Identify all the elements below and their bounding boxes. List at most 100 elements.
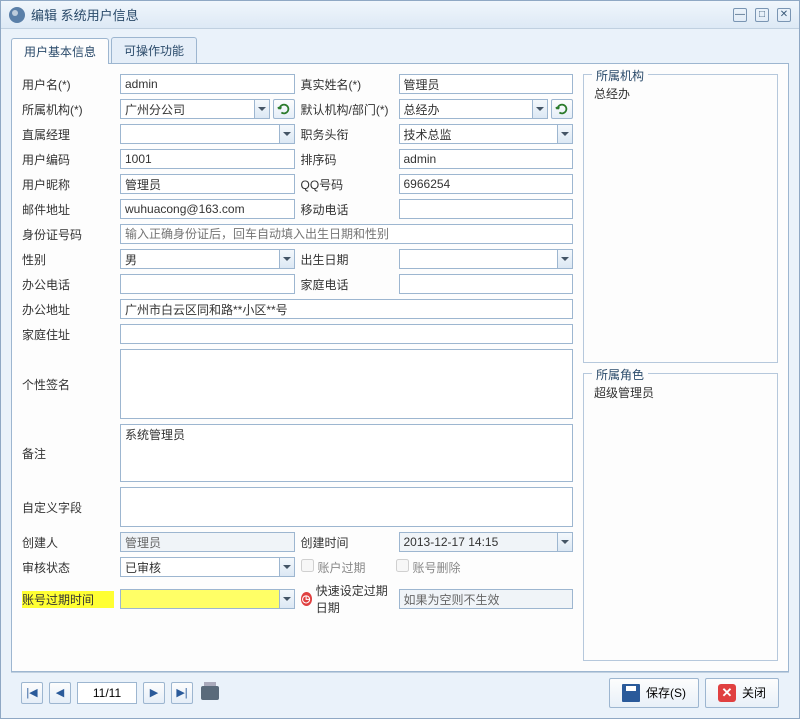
signature-textarea[interactable] — [120, 349, 573, 419]
label-create-time: 创建时间 — [301, 534, 393, 551]
print-button[interactable] — [199, 682, 221, 704]
titlebar: 编辑 系统用户信息 — □ ✕ — [1, 1, 799, 29]
label-gender: 性别 — [22, 251, 114, 268]
label-qq: QQ号码 — [301, 176, 393, 193]
idcard-input[interactable] — [120, 224, 573, 244]
close-button[interactable]: ✕ — [777, 8, 791, 22]
nav-first-button[interactable]: |◀ — [21, 682, 43, 704]
close-icon: ✕ — [718, 684, 736, 702]
maximize-button[interactable]: □ — [755, 8, 769, 22]
label-custom-field: 自定义字段 — [22, 499, 114, 516]
printer-icon — [201, 686, 219, 700]
role-list[interactable]: 超级管理员 — [590, 382, 771, 655]
nickname-input[interactable] — [120, 174, 295, 194]
nav-last-button[interactable]: ▶| — [171, 682, 193, 704]
org-group-title: 所属机构 — [592, 67, 648, 84]
chevron-down-icon — [279, 125, 294, 143]
chevron-down-icon — [279, 558, 294, 576]
username-input[interactable] — [120, 74, 295, 94]
close-button-footer[interactable]: ✕ 关闭 — [705, 678, 779, 708]
user-code-input[interactable] — [120, 149, 295, 169]
role-group-title: 所属角色 — [592, 366, 648, 383]
email-input[interactable] — [120, 199, 295, 219]
label-audit-status: 审核状态 — [22, 559, 114, 576]
tabs: 用户基本信息 可操作功能 — [11, 37, 789, 63]
label-idcard: 身份证号码 — [22, 226, 114, 243]
qq-input[interactable] — [399, 174, 574, 194]
chevron-down-icon — [557, 533, 572, 551]
org-refresh-button[interactable] — [273, 99, 295, 119]
expire-hint — [399, 589, 574, 609]
gender-select[interactable]: 男 — [120, 249, 295, 269]
label-office-addr: 办公地址 — [22, 301, 114, 318]
list-item[interactable]: 超级管理员 — [590, 382, 771, 403]
label-creator: 创建人 — [22, 534, 114, 551]
label-office-phone: 办公电话 — [22, 276, 114, 293]
save-button[interactable]: 保存(S) — [609, 678, 699, 708]
window: 编辑 系统用户信息 — □ ✕ 用户基本信息 可操作功能 用户名(*) 真实姓名… — [0, 0, 800, 719]
label-home-addr: 家庭住址 — [22, 326, 114, 343]
label-signature: 个性签名 — [22, 376, 114, 393]
remark-textarea[interactable]: 系统管理员 — [120, 424, 573, 482]
clock-icon: ◷ — [301, 592, 312, 606]
office-phone-input[interactable] — [120, 274, 295, 294]
label-direct-manager: 直属经理 — [22, 126, 114, 143]
list-item[interactable]: 总经办 — [590, 83, 771, 104]
role-group: 所属角色 超级管理员 — [583, 373, 778, 662]
chevron-down-icon — [279, 250, 294, 268]
window-title: 编辑 系统用户信息 — [31, 5, 733, 24]
label-job-title: 职务头衔 — [301, 126, 393, 143]
nav-next-button[interactable]: ▶ — [143, 682, 165, 704]
refresh-icon — [555, 102, 569, 116]
birth-date-picker[interactable] — [399, 249, 574, 269]
client-area: 用户基本信息 可操作功能 用户名(*) 真实姓名(*) 所属机构(*) 广州分公… — [1, 29, 799, 718]
label-org: 所属机构(*) — [22, 101, 114, 118]
create-time-display: 2013-12-17 14:15 — [399, 532, 574, 552]
minimize-button[interactable]: — — [733, 8, 747, 22]
chevron-down-icon — [279, 590, 294, 608]
tab-operable-functions[interactable]: 可操作功能 — [111, 37, 197, 63]
page-indicator: 11/11 — [77, 682, 137, 704]
account-deleted-checkbox[interactable]: 账号删除 — [396, 559, 461, 576]
refresh-icon — [277, 102, 291, 116]
label-sort-code: 排序码 — [301, 151, 393, 168]
label-remark: 备注 — [22, 445, 114, 462]
default-org-select[interactable]: 总经办 — [399, 99, 549, 119]
creator-display — [120, 532, 295, 552]
save-icon — [622, 684, 640, 702]
chevron-down-icon — [557, 125, 572, 143]
audit-status-select[interactable]: 已审核 — [120, 557, 295, 577]
label-home-phone: 家庭电话 — [301, 276, 393, 293]
label-birth: 出生日期 — [301, 251, 393, 268]
org-group: 所属机构 总经办 — [583, 74, 778, 363]
quick-set-expire-button[interactable]: ◷ 快速设定过期日期 — [301, 582, 393, 616]
chevron-down-icon — [557, 250, 572, 268]
mobile-input[interactable] — [399, 199, 574, 219]
office-addr-input[interactable] — [120, 299, 573, 319]
org-select[interactable]: 广州分公司 — [120, 99, 270, 119]
realname-input[interactable] — [399, 74, 574, 94]
tab-panel: 用户名(*) 真实姓名(*) 所属机构(*) 广州分公司 默认机构/部门(*) … — [11, 63, 789, 672]
chevron-down-icon — [254, 100, 269, 118]
home-addr-input[interactable] — [120, 324, 573, 344]
statusbar: |◀ ◀ 11/11 ▶ ▶| 保存(S) ✕ 关闭 — [11, 672, 789, 712]
app-icon — [9, 7, 25, 23]
label-mobile: 移动电话 — [301, 201, 393, 218]
default-org-refresh-button[interactable] — [551, 99, 573, 119]
label-email: 邮件地址 — [22, 201, 114, 218]
org-list[interactable]: 总经办 — [590, 83, 771, 356]
job-title-select[interactable]: 技术总监 — [399, 124, 574, 144]
label-default-org: 默认机构/部门(*) — [301, 101, 393, 118]
custom-field-textarea[interactable] — [120, 487, 573, 527]
home-phone-input[interactable] — [399, 274, 574, 294]
sort-code-input[interactable] — [399, 149, 574, 169]
label-expire-time: 账号过期时间 — [22, 591, 114, 608]
label-nickname: 用户昵称 — [22, 176, 114, 193]
nav-prev-button[interactable]: ◀ — [49, 682, 71, 704]
direct-manager-select[interactable] — [120, 124, 295, 144]
label-user-code: 用户编码 — [22, 151, 114, 168]
account-expired-checkbox[interactable]: 账户过期 — [301, 559, 366, 576]
tab-basic-info[interactable]: 用户基本信息 — [11, 38, 109, 64]
expire-time-picker[interactable] — [120, 589, 295, 609]
chevron-down-icon — [532, 100, 547, 118]
